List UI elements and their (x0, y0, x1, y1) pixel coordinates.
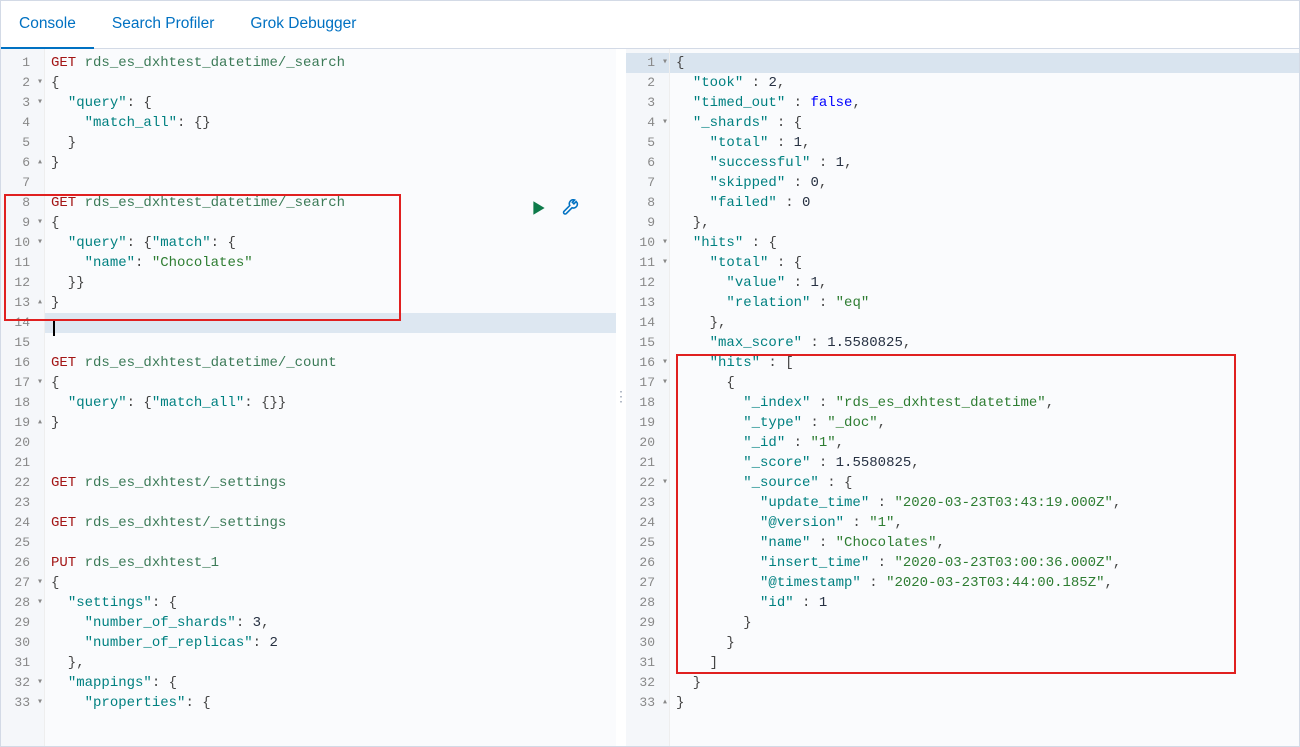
tab-bar: Console Search Profiler Grok Debugger (1, 1, 1299, 49)
response-viewer[interactable]: { "took" : 2, "timed_out" : false, "_sha… (670, 49, 1299, 717)
text-cursor (53, 320, 55, 336)
request-action-bar (530, 199, 580, 217)
request-editor-pane: 1234567891011121314151617181920212223242… (1, 49, 616, 746)
wrench-icon[interactable] (562, 199, 580, 217)
play-icon[interactable] (530, 199, 548, 217)
response-viewer-gutter: 1234567891011121314151617181920212223242… (626, 49, 670, 746)
tab-grok-debugger[interactable]: Grok Debugger (232, 1, 374, 49)
tab-search-profiler[interactable]: Search Profiler (94, 1, 233, 49)
tab-console[interactable]: Console (1, 1, 94, 49)
request-editor-gutter: 1234567891011121314151617181920212223242… (1, 49, 45, 746)
split-panes: 1234567891011121314151617181920212223242… (1, 49, 1299, 746)
pane-divider[interactable]: ⋮ (616, 49, 626, 746)
response-viewer-pane: 1234567891011121314151617181920212223242… (626, 49, 1299, 746)
request-editor[interactable]: GET rds_es_dxhtest_datetime/_search{ "qu… (45, 49, 616, 717)
